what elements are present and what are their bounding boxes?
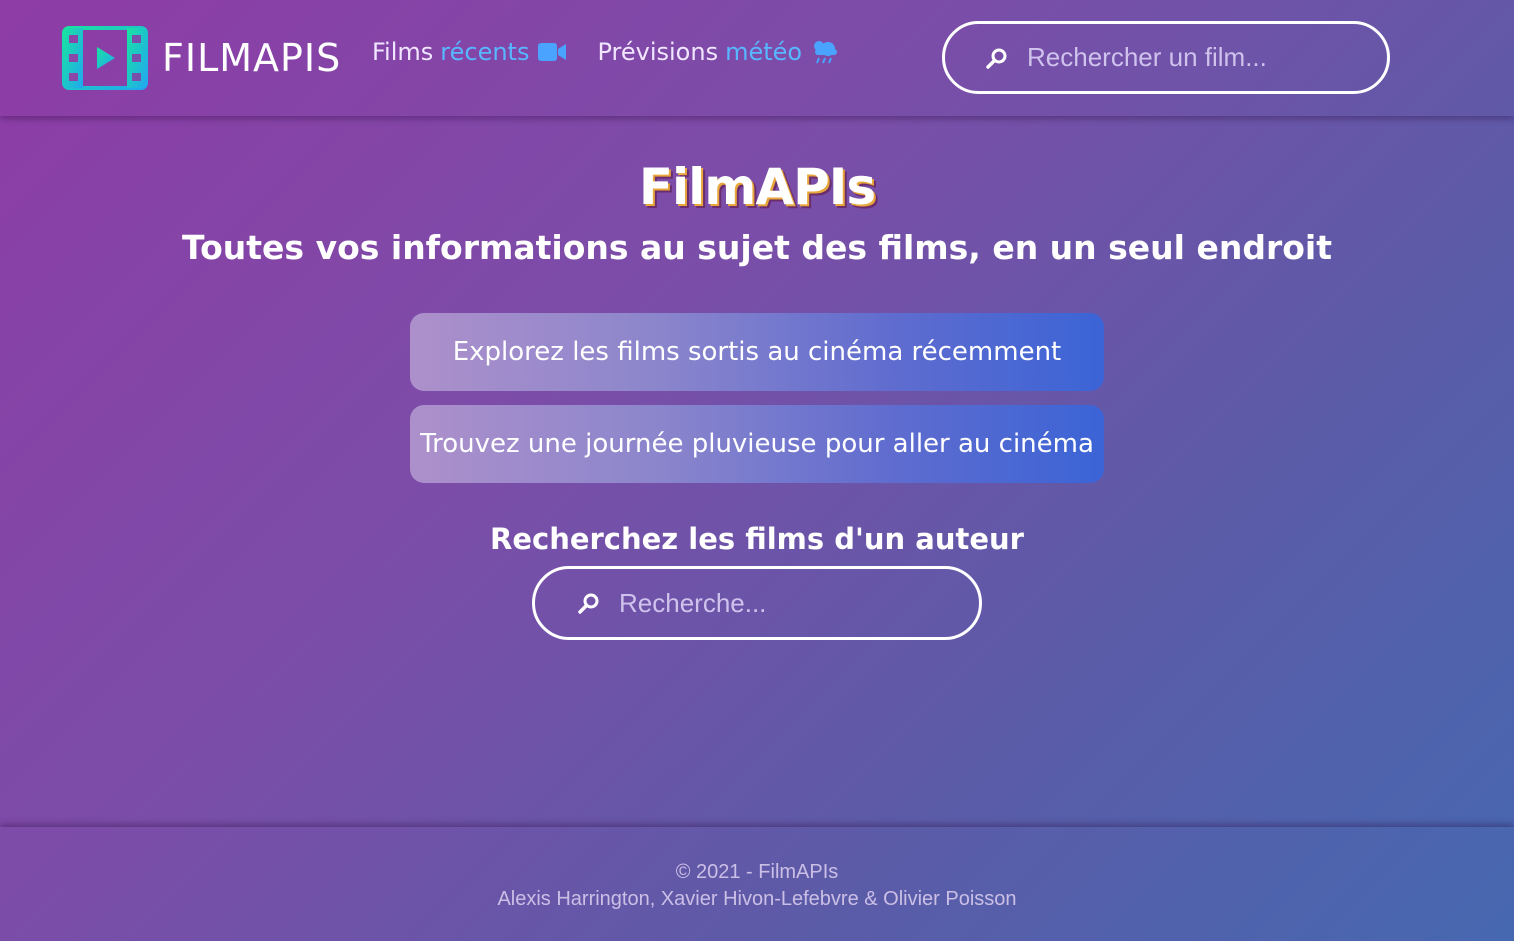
rain-cloud-icon <box>814 41 838 64</box>
search-icon <box>578 593 599 614</box>
site-header: FILMAPIS Films récents Prévisions météo <box>0 0 1514 116</box>
film-search-input[interactable] <box>1027 42 1367 73</box>
page-title: FilmAPIs <box>638 158 876 216</box>
author-search-box <box>532 566 982 640</box>
main-nav: Films récents Prévisions météo <box>372 38 870 66</box>
explore-recent-films-label: Explorez les films sortis au cinéma réce… <box>452 337 1062 367</box>
nav-weather-forecast[interactable]: Prévisions météo <box>597 38 840 66</box>
find-rainy-day-label: Trouvez une journée pluvieuse pour aller… <box>420 429 1094 459</box>
nav-recent-films[interactable]: Films récents <box>372 38 567 66</box>
nav-weather-accent: météo <box>725 38 803 66</box>
video-camera-icon <box>538 43 567 61</box>
film-search-box <box>942 21 1390 94</box>
explore-recent-films-button[interactable]: Explorez les films sortis au cinéma réce… <box>410 313 1104 391</box>
nav-recent-films-accent: récents <box>440 38 530 66</box>
nav-recent-films-label: Films <box>372 38 434 66</box>
nav-weather-label: Prévisions <box>597 38 719 66</box>
footer-authors: Alexis Harrington, Xavier Hivon-Lefebvre… <box>497 888 1017 910</box>
site-footer: © 2021 - FilmAPIs Alexis Harrington, Xav… <box>0 827 1514 941</box>
find-rainy-day-button[interactable]: Trouvez une journée pluvieuse pour aller… <box>410 405 1104 483</box>
logo-text: FILMAPIS <box>162 36 342 80</box>
author-search-input[interactable] <box>619 587 939 619</box>
author-search-title: Recherchez les films d'un auteur <box>490 522 1024 556</box>
logo-link[interactable]: FILMAPIS <box>62 26 341 90</box>
search-icon <box>986 48 1007 69</box>
page-subtitle: Toutes vos informations au sujet des fil… <box>181 228 1333 267</box>
film-play-icon <box>62 26 148 90</box>
footer-copyright: © 2021 - FilmAPIs <box>675 861 839 883</box>
